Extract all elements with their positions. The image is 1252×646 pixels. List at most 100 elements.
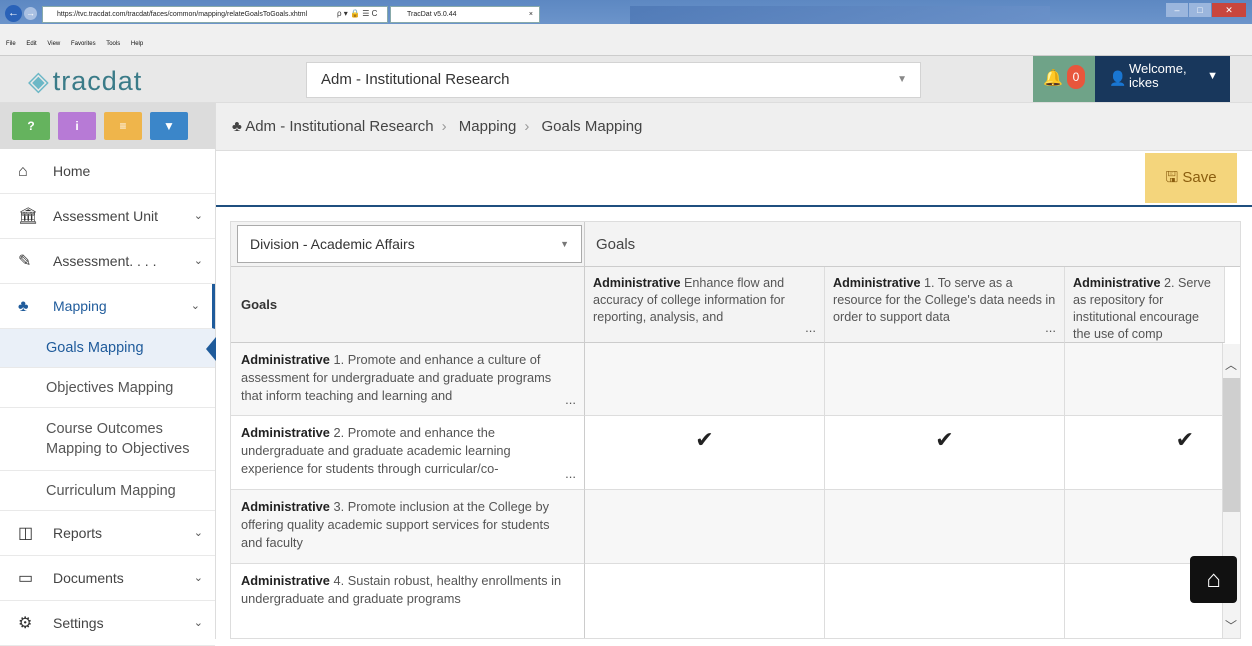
menu-file[interactable]: File [6,41,16,47]
notifications-button[interactable]: 🔔 0 [1033,56,1095,102]
goal-row-label[interactable]: Administrative 3. Promote inclusion at t… [231,490,585,564]
sidebar-sub-curriculum-mapping[interactable]: Curriculum Mapping [0,471,215,511]
sidebar-item-mapping[interactable]: ♣ Mapping ⌄ [0,284,215,329]
sidebar-item-label: Reports [53,525,103,541]
sidebar-sub-course-outcomes[interactable]: Course Outcomes Mapping to Objectives [0,408,215,471]
maximize-icon[interactable]: □ [1189,3,1211,17]
institution-icon: 🏛 [18,208,39,225]
goal-column-header[interactable]: Administrative 1. To serve as a resource… [825,267,1065,343]
mapping-cell[interactable] [825,343,1065,416]
mapping-cell[interactable] [1065,490,1223,564]
welcome-text: Welcome, ickes [1129,61,1187,90]
menu-favorites[interactable]: Favorites [71,41,96,47]
mapping-cell[interactable]: ✔ [825,416,1065,490]
chevron-down-icon: ▼ [560,239,569,249]
minimize-icon[interactable]: – [1166,3,1188,17]
mapping-cell[interactable]: ✔ [1065,416,1223,490]
mapping-cell[interactable]: ✔ [585,416,825,490]
unit-selector-value: Adm - Institutional Research [321,71,510,88]
chevron-down-icon: ⌄ [190,300,200,312]
breadcrumb-goals-mapping: Goals Mapping [541,118,643,135]
bell-icon: 🔔 [1043,70,1063,87]
mapping-cell[interactable] [825,564,1065,638]
address-bar-icons[interactable]: ρ ▾ 🔒 ☰ C [337,6,387,23]
mapping-grid: Division - Academic Affairs ▼ Goals Goals… [230,221,1241,639]
breadcrumb-unit[interactable]: Adm - Institutional Research [245,118,433,135]
goal-row-label[interactable]: Administrative 2. Promote and enhance th… [231,416,585,490]
sidebar-item-label: Assessment Unit [53,208,159,224]
sidebar-item-assessment-unit[interactable]: 🏛 Assessment Unit ⌄ [0,194,215,239]
goal-column-header[interactable]: Administrative 2. Serve as repository fo… [1065,267,1225,343]
goal-row-label[interactable]: Administrative 1. Promote and enhance a … [231,343,585,416]
goal-column-header[interactable]: Administrative Enhance flow and accuracy… [585,267,825,343]
chevron-down-icon: ⌄ [193,210,203,222]
gear-icon: ⚙ [18,615,33,632]
close-window-icon[interactable]: ✕ [1212,3,1246,17]
mapping-cell[interactable] [1065,343,1223,416]
goals-column-group-header: Goals [585,222,1240,267]
chevron-down-icon: ⌄ [193,255,203,267]
division-selector[interactable]: Division - Academic Affairs ▼ [237,225,582,263]
pencil-icon: ✎ [18,253,32,270]
goal-row-label[interactable]: Administrative 4. Sustain robust, health… [231,564,585,638]
breadcrumb-mapping[interactable]: Mapping [459,118,517,135]
unit-selector[interactable]: Adm - Institutional Research ▼ [306,62,921,98]
menu-view[interactable]: View [47,41,60,47]
sidebar-sub-goals-mapping[interactable]: Goals Mapping [0,329,216,368]
sidebar-item-label: Home [53,163,91,179]
close-tab-icon[interactable]: × [529,7,533,22]
more-icon[interactable]: ... [802,319,816,336]
chevron-down-icon: ▼ [1207,70,1218,82]
sitemap-icon: ♣ [232,118,242,135]
sidebar-item-settings[interactable]: ⚙ Settings ⌄ [0,601,215,646]
menu-edit[interactable]: Edit [26,41,36,47]
back-icon[interactable]: ← [5,5,22,22]
chevron-down-icon: ⌄ [193,572,203,584]
filter-button[interactable]: ▼ [150,112,188,140]
chevron-down-icon: ⌄ [193,527,203,539]
folder-icon: ▭ [18,570,34,587]
browser-toolbar-blur [630,6,1050,24]
sidebar: ? i ≡ ▼ ⌂ Home 🏛 Assessment Unit ⌄ ✎ Assessm… [0,103,216,646]
sidebar-sub-objectives-mapping[interactable]: Objectives Mapping [0,368,215,408]
sitemap-icon: ♣ [18,298,29,315]
sidebar-item-documents[interactable]: ▭ Documents ⌄ [0,556,215,601]
sidebar-item-home[interactable]: ⌂ Home [0,149,215,194]
menu-help[interactable]: Help [131,41,143,47]
mapping-cell[interactable] [585,490,825,564]
logo[interactable]: ◈ tracdat [28,66,142,97]
breadcrumb: ♣ Adm - Institutional Research › Mapping ›… [216,103,1252,151]
user-menu[interactable]: 👤 Welcome, ickes ▼ [1095,56,1230,102]
more-icon[interactable]: ... [562,465,576,483]
forward-icon[interactable]: → [24,7,37,20]
menu-tools[interactable]: Tools [106,41,120,47]
more-icon[interactable]: ... [1042,319,1056,336]
chevron-up-icon[interactable]: ︿ [1225,356,1237,373]
scrollbar-thumb[interactable] [1223,378,1240,512]
mapping-cell[interactable] [585,564,825,638]
home-icon[interactable]: ⌂ [1190,556,1237,603]
sidebar-item-reports[interactable]: ◫ Reports ⌄ [0,511,215,556]
help-button[interactable]: ? [12,112,50,140]
browser-tab[interactable]: TracDat v5.0.44 × [390,6,540,23]
page-toolbar: 🖫 Save [216,151,1252,207]
tab-title: TracDat v5.0.44 [407,11,457,18]
mapping-cell[interactable] [585,343,825,416]
window-controls: – □ ✕ [1165,3,1246,17]
quick-actions: ? i ≡ ▼ [0,103,215,149]
user-icon: 👤 [1109,70,1127,86]
browser-chrome: ← → https://tvc.tracdat.com/tracdat/face… [0,0,1252,56]
sidebar-item-assessment[interactable]: ✎ Assessment. . . . ⌄ [0,239,215,284]
chevron-down-icon[interactable]: ﹀ [1225,617,1237,634]
save-button[interactable]: 🖫 Save [1145,153,1237,203]
sidebar-item-label: Mapping [53,298,107,314]
notes-button[interactable]: ≡ [104,112,142,140]
home-icon: ⌂ [18,163,28,180]
mapping-cell[interactable] [825,490,1065,564]
sidebar-item-label: Settings [53,615,104,631]
logo-arrow-icon: ◈ [28,66,50,96]
logo-text: tracdat [52,66,143,96]
more-icon[interactable]: ... [562,391,576,409]
menu-bar: File Edit View Favorites Tools Help [0,24,1252,56]
info-button[interactable]: i [58,112,96,140]
